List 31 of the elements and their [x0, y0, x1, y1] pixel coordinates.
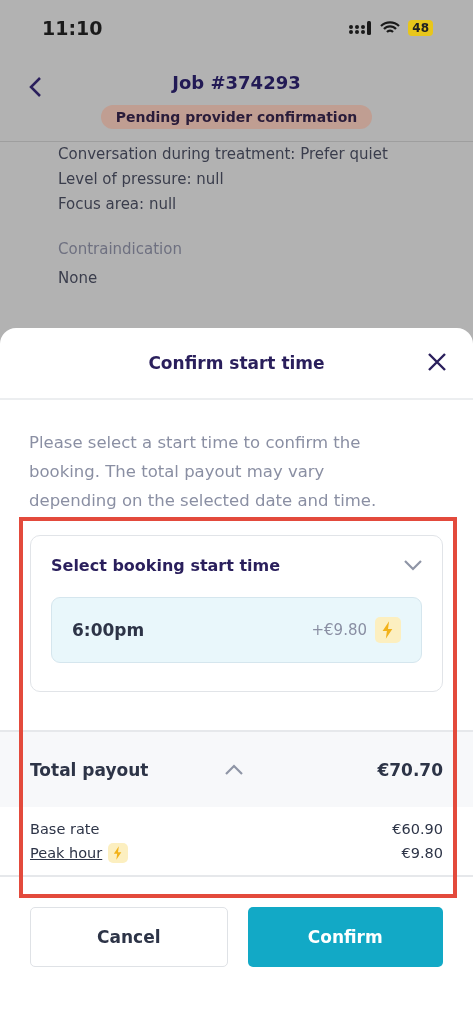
detail-label: Contraindication — [58, 239, 183, 260]
selector-title: Select booking start time — [51, 556, 281, 575]
status-time: 11:10 — [42, 17, 103, 39]
peak-hour-link[interactable]: Peak hour — [30, 845, 103, 861]
option-surcharge: +€9.80 — [311, 621, 367, 639]
payout-label: Total payout — [30, 759, 150, 780]
detail-text: Conversation during treatment: Prefer quiet — [58, 144, 389, 165]
lightning-icon — [375, 617, 401, 643]
payout-total: €70.70 — [377, 759, 443, 780]
detail-text: Focus area: null — [58, 194, 178, 215]
signal-icon — [348, 21, 373, 35]
battery-level: 48 — [408, 20, 433, 36]
rate-amount: €60.90 — [392, 821, 443, 837]
rate-amount: €9.80 — [401, 845, 443, 861]
payout-header[interactable]: Total payout €70.70 — [0, 732, 473, 807]
description-text: Please select a start time to confirm the booking. The total payout may vary depending on the selected date and time. — [29, 432, 378, 512]
lightning-icon — [108, 843, 129, 863]
detail-text: None — [58, 268, 99, 289]
time-option[interactable]: 6:00pm +€9.80 — [51, 597, 422, 663]
back-icon[interactable] — [28, 76, 42, 98]
detail-text: Level of pressure: null — [58, 169, 225, 190]
sheet-title: Confirm start time — [148, 353, 325, 373]
wifi-icon — [380, 21, 401, 35]
close-button[interactable] — [427, 352, 447, 372]
cancel-button[interactable]: Cancel — [30, 907, 228, 967]
job-title: Job #374293 — [172, 72, 301, 93]
chevron-icon[interactable] — [404, 560, 422, 571]
chevron-icon[interactable] — [225, 764, 243, 775]
status-badge: Pending provider confirmation — [100, 105, 373, 129]
rate-label: Base rate — [30, 821, 100, 837]
option-time: 6:00pm — [72, 620, 146, 640]
